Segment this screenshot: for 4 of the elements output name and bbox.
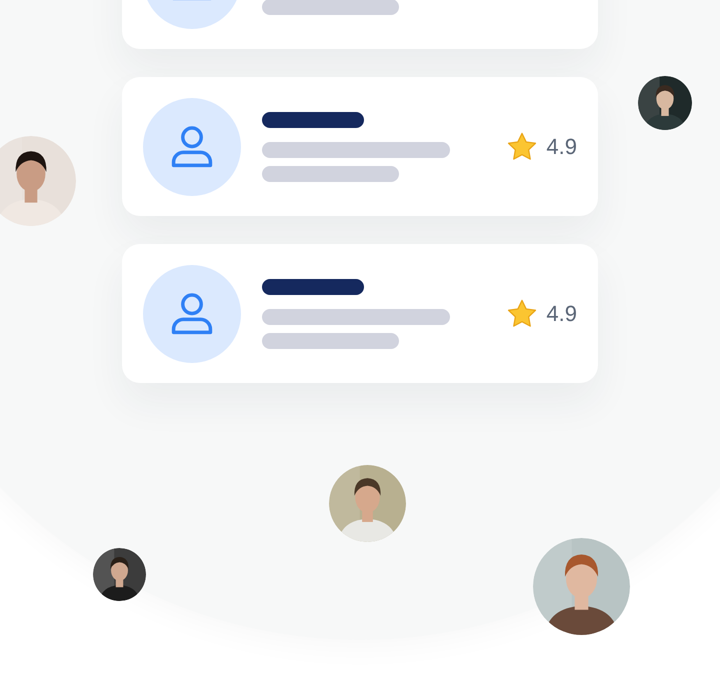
star-icon xyxy=(506,298,538,330)
rating-value: 4.9 xyxy=(546,300,577,326)
rating-value: 4.9 xyxy=(546,134,577,160)
star-icon xyxy=(506,130,538,162)
